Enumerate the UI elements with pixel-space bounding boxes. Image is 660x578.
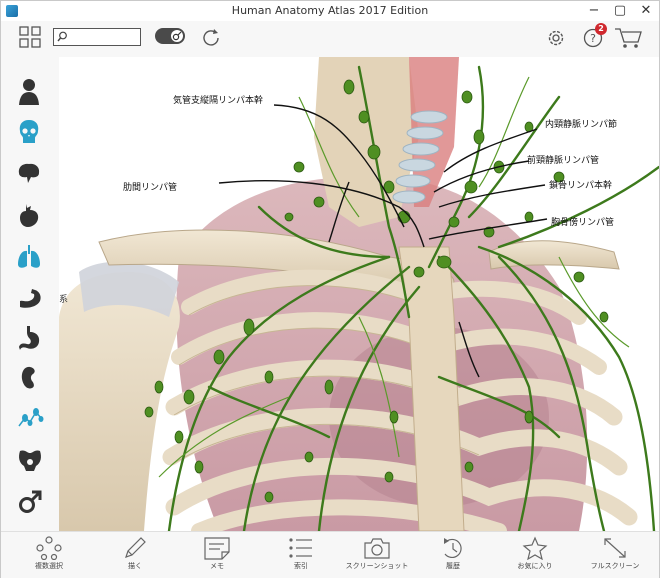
favorites-button[interactable]: お気に入り [495,534,575,576]
label-tracheobronchial-trunk[interactable]: 気管支縦隔リンパ本幹 [173,93,263,106]
history-button[interactable]: 履歴 [413,534,493,576]
fullscreen-label: フルスクリーン [590,562,640,570]
multi-select-label: 複数選択 [35,562,63,570]
partial-side-label: 系 [59,295,69,305]
favorites-label: お気に入り [517,562,553,570]
brain-icon[interactable] [16,161,42,185]
bottom-toolbar: 複数選択 描く メモ 索引 スクリーンショット 履歴 お気に入り フルスクリーン [1,531,659,578]
minimize-button[interactable]: − [581,1,607,21]
multi-select-button[interactable]: 複数選択 [9,534,89,576]
gender-toggle[interactable] [155,28,185,44]
arm-muscle-icon[interactable] [17,285,43,311]
reset-icon[interactable] [201,27,221,47]
close-button[interactable]: ✕ [633,1,659,21]
pelvis-icon[interactable] [17,447,43,473]
fullscreen-button[interactable]: フルスクリーン [575,534,655,576]
cart-icon[interactable] [613,26,643,50]
label-internal-jugular-node[interactable]: 内頸静脈リンパ節 [545,117,617,130]
help-notification-badge: 2 [595,23,607,35]
lungs-icon[interactable] [16,244,42,270]
search-input[interactable] [53,28,141,46]
index-label: 索引 [294,562,308,570]
label-intercostal-lymphatic[interactable]: 肋間リンパ管 [123,180,177,193]
label-parasternal-lymphatic[interactable]: 胸骨傍リンパ管 [551,215,614,228]
male-symbol-icon[interactable] [17,489,43,515]
stomach-icon[interactable] [18,325,42,351]
draw-button[interactable]: 描く [95,534,175,576]
window-title: Human Anatomy Atlas 2017 Edition [231,4,429,17]
grid-menu-icon[interactable] [19,26,41,48]
list-icon [289,538,312,558]
human-figure-icon[interactable] [17,77,41,105]
skull-icon[interactable] [17,119,41,145]
star-icon [522,536,548,560]
top-toolbar: ? [1,21,659,55]
history-icon [444,538,462,559]
maximize-button[interactable]: ▢ [607,1,633,21]
search-icon [57,31,67,42]
settings-gear-icon[interactable] [545,27,567,49]
index-button[interactable]: 索引 [261,534,341,576]
heart-icon[interactable] [18,202,40,228]
system-sidebar [1,57,59,531]
memo-label: メモ [210,562,224,570]
kidney-icon[interactable] [20,365,40,391]
label-anterior-jugular-lymphatic[interactable]: 前頸静脈リンパ管 [527,153,599,166]
multi-select-icon [36,536,62,560]
screenshot-button[interactable]: スクリーンショット [337,534,417,576]
draw-label: 描く [128,562,142,570]
memo-button[interactable]: メモ [177,534,257,576]
title-bar: Human Anatomy Atlas 2017 Edition − ▢ ✕ [1,1,659,22]
pencil-icon [125,537,146,558]
memo-icon [204,537,230,560]
camera-icon [364,538,390,559]
anatomy-viewport[interactable]: 気管支縦隔リンパ本幹 肋間リンパ管 内頸静脈リンパ節 前頸静脈リンパ管 鎖骨リン… [59,57,659,531]
fullscreen-icon [604,538,626,558]
label-subclavian-trunk[interactable]: 鎖骨リンパ本幹 [549,178,612,191]
screenshot-label: スクリーンショット [345,562,409,570]
lymph-nodes-icon[interactable] [16,406,44,430]
svg-text:?: ? [590,32,596,45]
app-window: Human Anatomy Atlas 2017 Edition − ▢ ✕ ?… [0,0,660,578]
male-toggle-icon [172,31,182,41]
history-label: 履歴 [446,562,460,570]
